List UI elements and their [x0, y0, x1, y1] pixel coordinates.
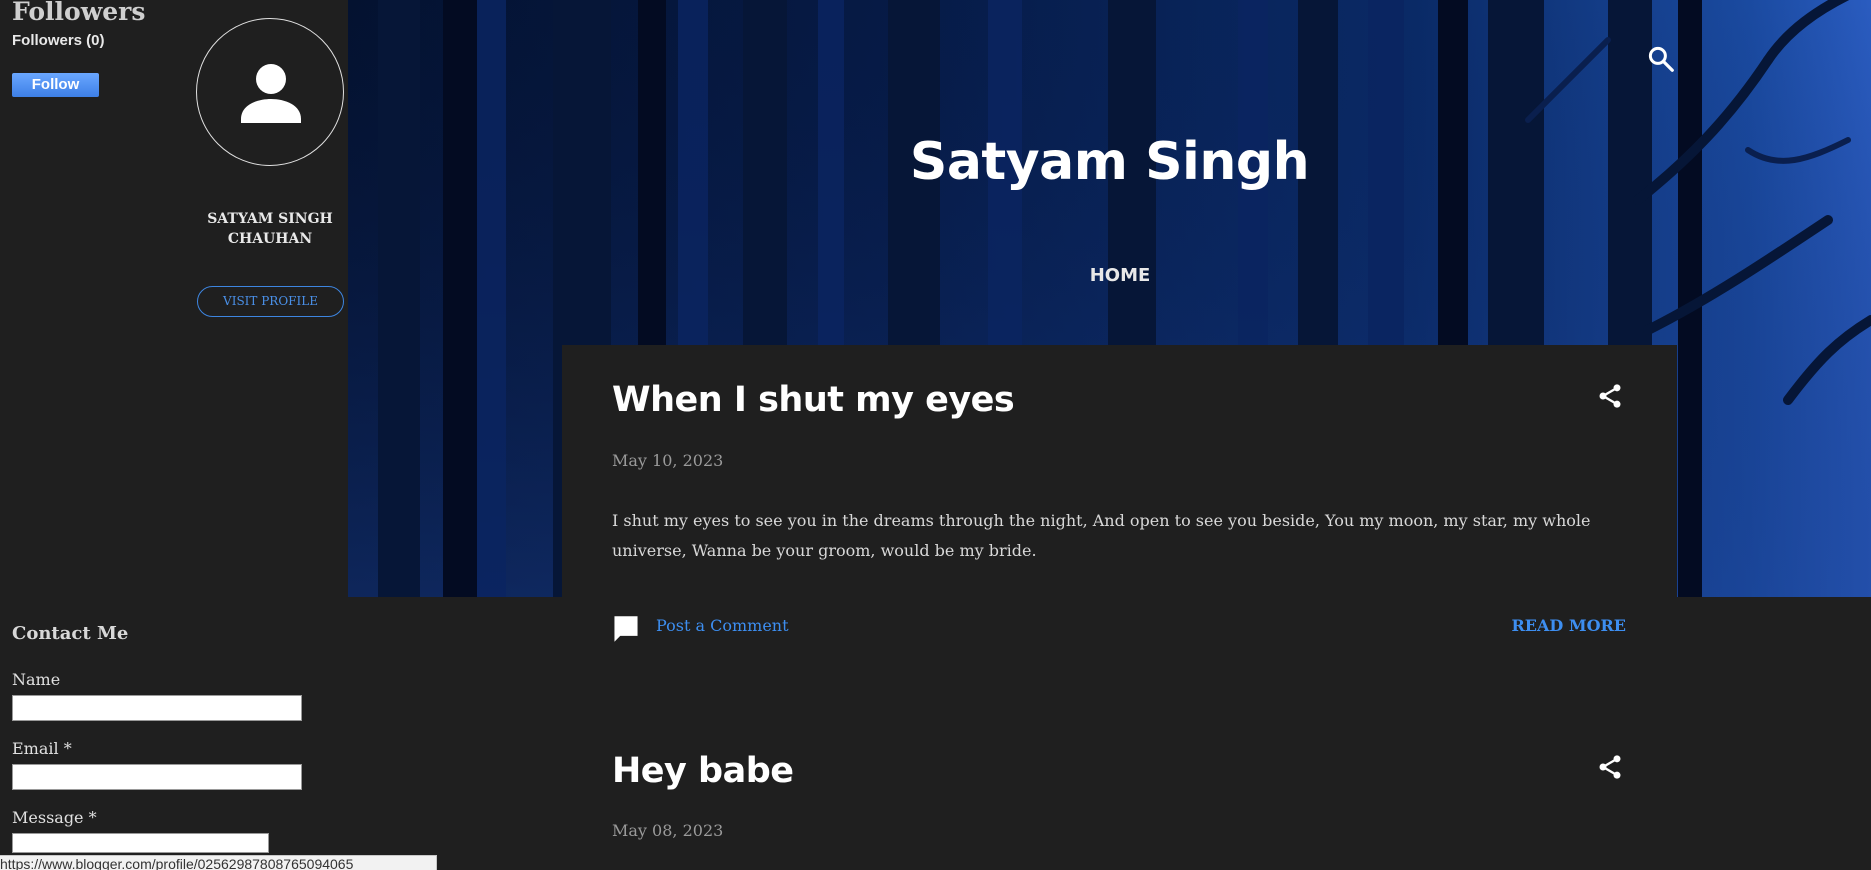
- visit-profile-button[interactable]: VISIT PROFILE: [197, 286, 344, 317]
- user-avatar-icon: [241, 64, 301, 123]
- sidebar: Followers Followers (0) Follow SATYAM SI…: [0, 0, 348, 870]
- post-comment-link[interactable]: Post a Comment: [656, 616, 789, 635]
- email-field[interactable]: [12, 764, 302, 790]
- share-button[interactable]: [1596, 382, 1624, 410]
- read-more-link[interactable]: READ MORE: [1500, 616, 1627, 635]
- profile-name[interactable]: SATYAM SINGH CHAUHAN: [196, 209, 344, 249]
- share-button[interactable]: [1596, 753, 1624, 781]
- name-field[interactable]: [12, 695, 302, 721]
- page: Satyam Singh HOME Followers Followers (0…: [0, 0, 1871, 870]
- search-button[interactable]: [1646, 44, 1676, 74]
- blog-title[interactable]: Satyam Singh: [348, 132, 1871, 192]
- post-title[interactable]: When I shut my eyes: [612, 380, 1015, 420]
- message-field[interactable]: [12, 833, 269, 853]
- avatar[interactable]: [196, 18, 344, 166]
- contact-form-heading: Contact Me: [12, 623, 129, 644]
- posts-container: [562, 345, 1677, 870]
- search-icon: [1648, 46, 1674, 72]
- nav-home-link[interactable]: HOME: [1082, 265, 1158, 286]
- post-title[interactable]: Hey babe: [612, 751, 794, 791]
- comment-icon: [614, 616, 638, 642]
- post-date: May 08, 2023: [612, 821, 724, 840]
- follow-button[interactable]: Follow: [12, 73, 99, 97]
- message-label: Message *: [12, 808, 97, 827]
- comment-button[interactable]: [612, 614, 640, 644]
- post-date: May 10, 2023: [612, 451, 724, 470]
- post-snippet: I shut my eyes to see you in the dreams …: [612, 511, 1591, 560]
- share-icon: [1599, 755, 1621, 779]
- followers-heading: Followers: [12, 0, 146, 26]
- share-icon: [1599, 384, 1621, 408]
- status-bar-url: https://www.blogger.com/profile/02562987…: [0, 855, 437, 870]
- followers-count: Followers (0): [12, 32, 105, 49]
- email-label: Email *: [12, 739, 72, 758]
- name-label: Name: [12, 670, 61, 689]
